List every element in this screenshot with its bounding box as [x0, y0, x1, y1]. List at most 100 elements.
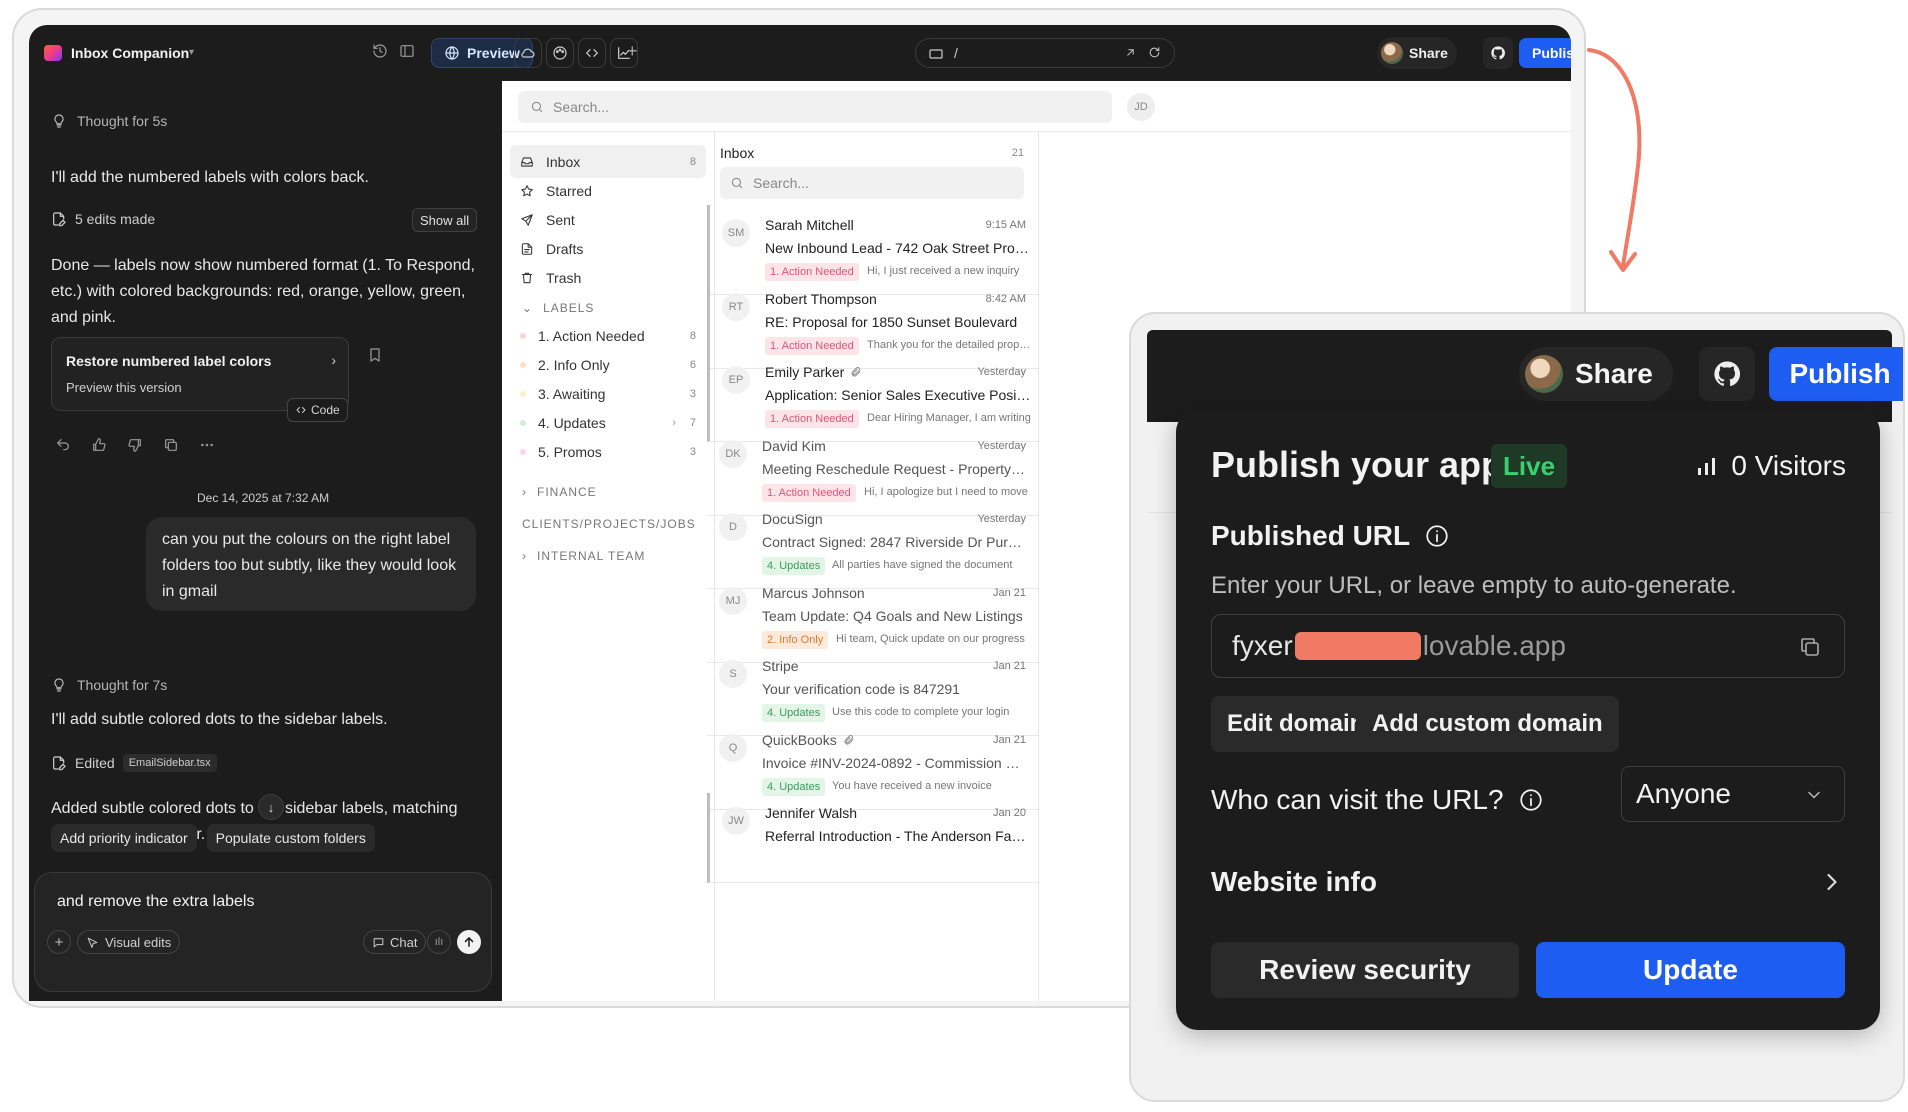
preview-url-bar[interactable]: /	[915, 38, 1175, 68]
chevron-right-icon[interactable]: ›	[672, 417, 676, 429]
copy-icon[interactable]	[163, 437, 179, 453]
list-header: Inbox 21	[720, 145, 1024, 161]
project-title[interactable]: Inbox Companion	[71, 45, 189, 61]
refresh-icon[interactable]	[1148, 46, 1161, 59]
bookmark-icon[interactable]	[367, 347, 383, 363]
finance-section[interactable]: › FINANCE	[522, 485, 597, 499]
email-row[interactable]: JW Jennifer Walsh Jan 20 Referral Introduct…	[707, 793, 1038, 883]
sidebar-toggle-icon[interactable]	[399, 43, 415, 59]
suggestion-chip[interactable]: Add priority indicator	[51, 824, 197, 852]
url-path[interactable]: /	[954, 45, 958, 61]
edited-file-name[interactable]: EmailSidebar.tsx	[122, 754, 217, 772]
publish-top-bar: Share Publish	[1147, 330, 1903, 422]
version-preview-link[interactable]: Preview this version	[66, 380, 182, 395]
chevron-right-icon[interactable]	[1818, 868, 1846, 896]
chevron-right-icon: ›	[522, 485, 527, 499]
clients-section[interactable]: CLIENTS/PROJECTS/JOBS	[522, 517, 696, 531]
thought-indicator[interactable]: Thought for 7s	[51, 677, 167, 693]
email-time: 9:15 AM	[985, 219, 1026, 231]
send-button[interactable]	[457, 930, 481, 954]
published-url-input[interactable]: fyxer lovable.app	[1211, 614, 1845, 678]
label-name: 3. Awaiting	[538, 385, 606, 402]
chevron-down-icon[interactable]: ▾	[189, 47, 194, 58]
global-search-input[interactable]: Search...	[518, 91, 1112, 123]
sidebar-item-label: Starred	[546, 182, 592, 199]
star-icon	[521, 184, 533, 196]
visibility-select[interactable]: Anyone	[1621, 766, 1845, 822]
visibility-heading: Who can visit the URL?	[1211, 784, 1544, 816]
history-icon[interactable]	[372, 43, 388, 59]
code-view-button[interactable]	[578, 38, 606, 68]
review-security-button[interactable]: Review security	[1211, 942, 1519, 998]
sidebar-item-trash[interactable]: Trash	[510, 261, 706, 294]
share-label: Share	[1409, 45, 1448, 61]
email-preview: All parties have signed the document	[832, 559, 1013, 571]
globe-icon	[445, 46, 459, 60]
list-search-input[interactable]: Search...	[720, 167, 1024, 199]
dialog-title: Publish your app	[1211, 444, 1504, 485]
github-icon	[1491, 46, 1505, 60]
github-button[interactable]	[1483, 37, 1513, 69]
label-color-dot	[520, 332, 526, 339]
update-button[interactable]: Update	[1536, 942, 1845, 998]
github-button[interactable]	[1699, 347, 1755, 401]
avatar	[1525, 355, 1563, 393]
chevron-right-icon[interactable]: ›	[331, 352, 336, 368]
voice-icon[interactable]: ılı	[427, 930, 451, 954]
sidebar-item-label: Trash	[546, 269, 582, 286]
published-url-heading: Published URL	[1211, 520, 1450, 552]
sender-label: David Kim	[762, 437, 826, 454]
avatar	[1381, 42, 1403, 64]
message-actions	[55, 437, 215, 453]
suggestion-chip[interactable]: Populate custom folders	[206, 824, 375, 852]
info-icon[interactable]	[1424, 523, 1450, 549]
sender-label: Jennifer Walsh	[765, 805, 858, 821]
label-item[interactable]: 5. Promos 3	[510, 435, 706, 468]
copy-icon[interactable]	[1798, 635, 1822, 659]
website-info-row[interactable]: Website info	[1211, 866, 1377, 898]
edited-file-summary: Edited EmailSidebar.tsx	[51, 754, 217, 772]
internal-team-section[interactable]: › INTERNAL TEAM	[522, 549, 645, 563]
share-button[interactable]: Share	[1377, 37, 1457, 69]
open-external-icon[interactable]	[1124, 46, 1137, 59]
url-help-text: Enter your URL, or leave empty to auto-g…	[1211, 572, 1737, 599]
sender-label: DocuSign	[762, 511, 823, 527]
design-button[interactable]	[546, 38, 574, 68]
thumbs-down-icon[interactable]	[127, 437, 143, 453]
visual-edits-button[interactable]: Visual edits	[77, 930, 181, 954]
labels-heading: LABELS	[543, 301, 595, 315]
composer-input[interactable]: and remove the extra labels	[57, 893, 254, 911]
share-button[interactable]: Share	[1519, 347, 1673, 401]
more-icon[interactable]	[199, 437, 215, 453]
edit-domain-button[interactable]: Edit domain	[1211, 696, 1381, 752]
sender-name: David Kim	[762, 438, 826, 454]
chat-composer[interactable]: and remove the extra labels + Visual edi…	[34, 872, 492, 992]
publish-zoom-card: Share Publish Publish your app Live 0 Vi…	[1129, 312, 1905, 1102]
undo-icon[interactable]	[55, 437, 71, 453]
labels-section-header[interactable]: ⌄ LABELS	[522, 301, 594, 315]
show-all-button[interactable]: Show all	[412, 208, 478, 232]
label-count: 6	[689, 358, 696, 371]
add-custom-domain-button[interactable]: Add custom domain	[1356, 696, 1619, 752]
device-icon[interactable]	[928, 46, 944, 62]
info-icon[interactable]	[1518, 787, 1544, 813]
attach-button[interactable]: +	[47, 930, 71, 954]
assistant-message: Done — labels now show numbered format (…	[51, 257, 475, 326]
message-timestamp: Dec 14, 2025 at 7:32 AM	[197, 491, 330, 505]
publish-button[interactable]: Publish	[1519, 38, 1571, 68]
label-color-dot	[520, 448, 526, 455]
file-edit-icon	[53, 212, 66, 227]
app-logo-icon	[44, 45, 62, 61]
code-button[interactable]: Code	[287, 398, 348, 422]
chat-mode-button[interactable]: Chat	[363, 930, 427, 954]
code-icon	[296, 407, 306, 413]
user-avatar[interactable]: JD	[1127, 93, 1155, 121]
cloud-button[interactable]	[514, 38, 542, 68]
scroll-down-button[interactable]: ↓	[258, 794, 284, 820]
divider	[1038, 131, 1039, 1001]
visitors-count[interactable]: 0 Visitors	[1695, 450, 1846, 482]
thumbs-up-icon[interactable]	[91, 437, 107, 453]
publish-button[interactable]: Publish	[1769, 347, 1903, 401]
add-tab-icon[interactable]: +	[627, 41, 638, 62]
thought-indicator[interactable]: Thought for 5s	[51, 113, 167, 129]
